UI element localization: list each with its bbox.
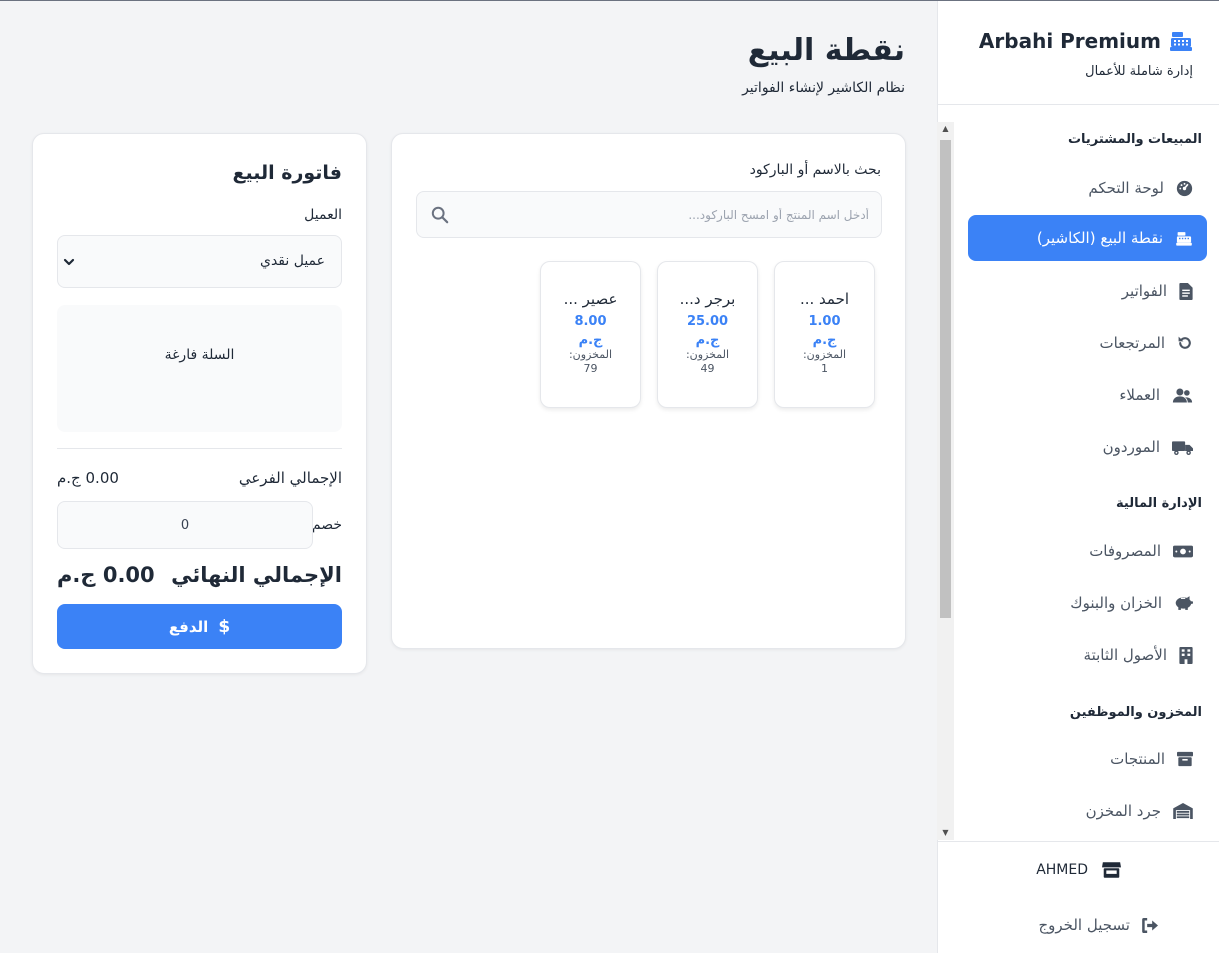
undo-icon <box>1178 336 1191 349</box>
store-icon <box>1102 862 1121 878</box>
product-price: 1.00 <box>808 314 841 329</box>
subtotal-label: الإجمالي الفرعي <box>238 469 342 487</box>
product-currency: ج.م <box>695 333 720 348</box>
sidebar-item-label: المنتجات <box>1110 750 1165 768</box>
product-currency: ج.م <box>812 333 837 348</box>
sidebar-item-fixed-assets[interactable]: الأصول الثابتة <box>968 632 1207 678</box>
sidebar-item-label: الفواتير <box>1121 282 1167 300</box>
search-box[interactable] <box>416 191 882 238</box>
truck-icon <box>1172 440 1193 455</box>
sidebar-scrollbar[interactable]: ▲ ▼ <box>937 122 954 840</box>
pay-button[interactable]: $ الدفع <box>57 604 342 649</box>
warehouse-icon <box>1173 803 1193 819</box>
cart-area: السلة فارغة <box>57 305 342 432</box>
product-currency: ج.م <box>578 333 603 348</box>
scroll-up-arrow[interactable]: ▲ <box>937 122 954 136</box>
sidebar-item-returns[interactable]: المرتجعات <box>968 320 1207 366</box>
discount-label: خصم <box>311 517 342 533</box>
sidebar-footer: AHMED تسجيل الخروج <box>937 841 1219 953</box>
product-stock-value: 79 <box>583 362 598 375</box>
sidebar-item-dashboard[interactable]: لوحة التحكم <box>968 165 1207 211</box>
product-card[interactable]: برجر د... 25.00 ج.م المخزون: 49 <box>657 261 758 408</box>
search-label: بحث بالاسم أو الباركود <box>749 162 881 178</box>
users-icon <box>1172 388 1193 402</box>
sidebar-item-label: جرد المخزن <box>1085 802 1161 820</box>
brand-row[interactable]: Arbahi Premium <box>979 29 1193 53</box>
sidebar-item-label: الموردون <box>1102 438 1160 456</box>
sidebar-item-customers[interactable]: العملاء <box>968 372 1207 418</box>
customer-select-value: عميل نقدي <box>259 253 325 269</box>
logout-label: تسجيل الخروج <box>1038 916 1130 934</box>
product-stock-label: المخزون: <box>802 348 847 361</box>
product-search-input[interactable] <box>449 192 869 237</box>
product-card[interactable]: احمد ... 1.00 ج.م المخزون: 1 <box>774 261 875 408</box>
sidebar-item-banks[interactable]: الخزان والبنوك <box>968 580 1207 626</box>
total-value: 0.00 ج.م <box>57 563 155 587</box>
sidebar-item-pos[interactable]: نقطة البيع (الكاشير) <box>968 215 1207 261</box>
pay-label: الدفع <box>168 617 209 636</box>
invoice-panel: فاتورة البيع العميل عميل نقدي السلة فارغ… <box>32 133 367 674</box>
cart-empty-message: السلة فارغة <box>164 347 235 363</box>
product-card[interactable]: عصير ... 8.00 ج.م المخزون: 79 <box>540 261 641 408</box>
current-user[interactable]: AHMED <box>1036 862 1121 878</box>
sidebar: Arbahi Premium إدارة شاملة للأعمال ▲ ▼ ا… <box>937 1 1219 953</box>
product-stock-value: 1 <box>821 362 828 375</box>
scroll-thumb[interactable] <box>940 140 951 618</box>
discount-input[interactable] <box>57 501 313 549</box>
page-subtitle: نظام الكاشير لإنشاء الفواتير <box>742 80 905 96</box>
user-name: AHMED <box>1036 862 1088 878</box>
sidebar-item-label: نقطة البيع (الكاشير) <box>1036 229 1163 247</box>
sidebar-item-label: الأصول الثابتة <box>1083 646 1167 664</box>
box-icon <box>1177 751 1193 767</box>
sidebar-item-suppliers[interactable]: الموردون <box>968 424 1207 470</box>
total-label: الإجمالي النهائي <box>171 563 342 587</box>
scroll-down-arrow[interactable]: ▼ <box>937 826 954 840</box>
section-title-inventory: المخزون والموظفين <box>1069 705 1202 720</box>
sidebar-item-label: لوحة التحكم <box>1088 179 1164 197</box>
brand-title: Arbahi Premium <box>978 29 1161 53</box>
product-price: 25.00 <box>686 314 729 329</box>
product-stock-label: المخزون: <box>568 348 613 361</box>
search-icon <box>431 206 449 224</box>
sidebar-item-stocktake[interactable]: جرد المخزن <box>968 788 1207 834</box>
product-name: احمد ... <box>799 290 850 308</box>
page-title: نقطة البيع <box>747 33 905 68</box>
sidebar-item-products[interactable]: المنتجات <box>968 736 1207 782</box>
invoice-file-icon <box>1179 282 1193 300</box>
invoice-title: فاتورة البيع <box>232 162 342 184</box>
sidebar-item-label: المرتجعات <box>1099 334 1165 352</box>
customer-label: العميل <box>304 207 342 223</box>
cash-register-icon <box>1176 231 1192 246</box>
dashboard-gauge-icon <box>1176 180 1193 196</box>
sign-out-icon <box>1142 917 1158 933</box>
brand-subtitle: إدارة شاملة للأعمال <box>1085 64 1193 79</box>
subtotal-value: 0.00 ج.م <box>57 469 119 487</box>
sidebar-item-label: المصروفات <box>1089 542 1161 560</box>
piggy-bank-icon <box>1175 596 1193 610</box>
sidebar-item-label: العملاء <box>1119 386 1160 404</box>
section-title-sales: المبيعات والمشتريات <box>1067 132 1202 147</box>
sidebar-item-expenses[interactable]: المصروفات <box>968 528 1207 574</box>
product-stock-value: 49 <box>700 362 715 375</box>
brand-header: Arbahi Premium إدارة شاملة للأعمال <box>938 1 1219 105</box>
customer-select[interactable]: عميل نقدي <box>57 235 342 288</box>
sidebar-nav[interactable]: ▲ ▼ المبيعات والمشتريات لوحة التحكم نقطة… <box>937 122 1219 840</box>
product-price: 8.00 <box>574 314 607 329</box>
cash-register-icon <box>1170 32 1192 51</box>
divider <box>57 448 342 449</box>
chevron-down-icon <box>63 258 75 266</box>
building-icon <box>1179 646 1193 664</box>
product-name: عصير ... <box>563 290 618 308</box>
logout-button[interactable]: تسجيل الخروج <box>1038 916 1159 934</box>
products-panel: بحث بالاسم أو الباركود احمد ... 1.00 ج.م… <box>391 133 906 649</box>
product-stock-label: المخزون: <box>685 348 730 361</box>
product-name: برجر د... <box>679 290 736 308</box>
money-bill-icon <box>1173 545 1193 557</box>
sidebar-item-invoices[interactable]: الفواتير <box>968 268 1207 314</box>
total-row: 0.00 ج.م الإجمالي النهائي <box>57 563 342 587</box>
subtotal-row: 0.00 ج.م الإجمالي الفرعي <box>57 469 342 487</box>
dollar-icon: $ <box>218 616 231 637</box>
sidebar-item-label: الخزان والبنوك <box>1070 594 1162 612</box>
section-title-finance: الإدارة المالية <box>1116 496 1202 511</box>
